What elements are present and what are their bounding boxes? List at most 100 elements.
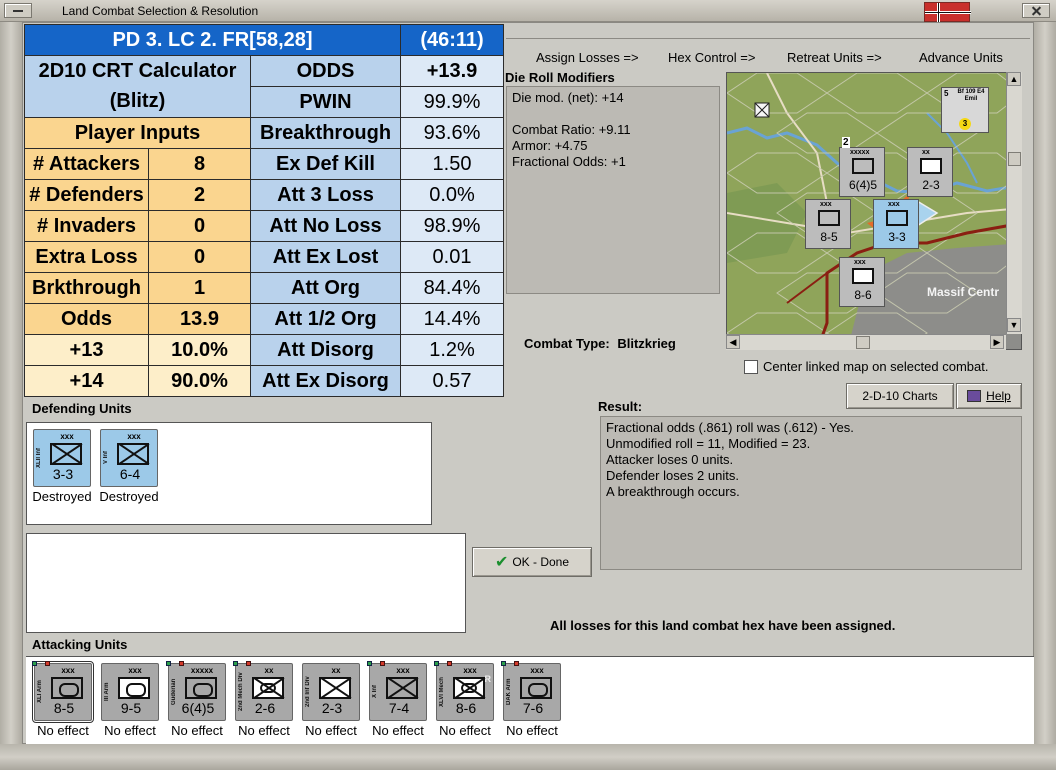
counter-strength: 3-3 — [888, 230, 906, 244]
map-vertical-scrollbar[interactable]: ▲ ▼ — [1006, 72, 1022, 334]
frame-right — [1034, 22, 1056, 744]
map-horizontal-scrollbar[interactable]: ◀ ▶ — [726, 334, 1006, 350]
scroll-down-icon[interactable]: ▼ — [1007, 318, 1021, 332]
minimize-button[interactable] — [4, 3, 32, 18]
armor-symbol-icon — [520, 677, 552, 699]
attacking-unit[interactable]: 2nd Mech Div xx 2-6 No effect — [231, 661, 297, 745]
unit-status: No effect — [439, 723, 491, 738]
air-unit-counter[interactable]: 5 Bf 109 E4 Emil 3 — [941, 87, 989, 133]
attacking-unit[interactable]: DAK Arm xxx 7-6 No effect — [499, 661, 565, 745]
input-label: Extra Loss — [24, 241, 149, 273]
attacking-unit[interactable]: III Arm xxx 9-5 No effect — [97, 663, 163, 745]
counter-size: xxx — [820, 201, 832, 208]
unit-size: xxx — [60, 432, 74, 441]
result-label: ODDS — [250, 55, 401, 87]
unit-strength: 6(4)5 — [181, 700, 215, 716]
die-roll-line: Die mod. (net): +14 — [512, 90, 624, 105]
window-title: Land Combat Selection & Resolution — [62, 4, 259, 18]
armor-symbol-icon — [51, 677, 83, 699]
counter-size: xxx — [854, 259, 866, 266]
map-counter[interactable]: 2 xxxxx 6(4)5 — [839, 137, 885, 197]
result-label: Breakthrough — [250, 117, 401, 149]
attacking-units-panel: XLI Arm xxx 8-5 No effect III Arm xxx 9-… — [26, 656, 1034, 744]
odds-row-value: 90.0% — [148, 365, 251, 397]
odds-row-value: 10.0% — [148, 334, 251, 366]
infantry-symbol-icon — [319, 677, 351, 699]
frame-left — [0, 22, 22, 744]
unit-status: No effect — [171, 723, 223, 738]
retreat-units-link[interactable]: Retreat Units => — [787, 50, 882, 65]
assign-losses-link[interactable]: Assign Losses => — [536, 50, 639, 65]
counter-size: xxx — [888, 201, 900, 208]
unit-strength: 8-5 — [53, 700, 75, 716]
result-line: Attacker loses 0 units. — [606, 452, 734, 467]
map-counter[interactable]: xx 2-3 — [907, 147, 953, 197]
result-line: Unmodified roll = 11, Modified = 23. — [606, 436, 811, 451]
counter-strength: 6(4)5 — [848, 178, 877, 192]
die-roll-line: Fractional Odds: +1 — [512, 154, 626, 169]
close-button[interactable] — [1022, 3, 1050, 18]
input-value[interactable]: 8 — [148, 148, 251, 180]
defending-unit[interactable]: V Inf xxx 6-4 Destroyed — [96, 429, 162, 511]
result-value: 98.9% — [400, 210, 504, 242]
unit-strength: 9-5 — [120, 700, 142, 716]
input-value[interactable]: 2 — [148, 179, 251, 211]
advance-units-link[interactable]: Advance Units — [919, 50, 1003, 65]
scroll-up-icon[interactable]: ▲ — [1007, 72, 1021, 86]
result-value: 99.9% — [400, 86, 504, 118]
unit-strength: 8-6 — [455, 700, 477, 716]
calc-title-1: 2D10 CRT Calculator — [24, 55, 251, 87]
unit-size: xx — [264, 666, 274, 675]
result-label: Att Disorg — [250, 334, 401, 366]
linked-map[interactable]: 2 xxxxx 6(4)5 xx 2-3 xxx 8-5 xxx 3-3 xxx… — [726, 72, 1022, 350]
result-box: Fractional odds (.861) roll was (.612) -… — [600, 416, 1022, 570]
input-value[interactable]: 0 — [148, 210, 251, 242]
unit-strength: 7-6 — [522, 700, 544, 716]
map-counter[interactable]: xxx 8-5 — [805, 199, 851, 249]
result-value: 1.50 — [400, 148, 504, 180]
input-value[interactable]: 0 — [148, 241, 251, 273]
attacking-unit[interactable]: Guderian xxxxx 6(4)5 No effect — [164, 661, 230, 745]
counter-size: xx — [922, 149, 930, 156]
attacking-unit[interactable]: XLI Arm xxx 8-5 No effect — [30, 661, 96, 745]
unit-status: No effect — [104, 723, 156, 738]
help-button-label: Help — [986, 389, 1011, 403]
scroll-thumb[interactable] — [856, 336, 870, 349]
result-line: Fractional odds (.861) roll was (.612) -… — [606, 420, 854, 435]
ok-done-label: OK - Done — [512, 555, 570, 569]
help-button[interactable]: Help — [956, 383, 1022, 409]
unit-size: xx — [331, 666, 341, 675]
counter-strength: 2-3 — [922, 178, 940, 192]
crt-header-left: PD 3. LC 2. FR[58,28] — [24, 24, 401, 56]
input-value[interactable]: 1 — [148, 272, 251, 304]
hex-control-link[interactable]: Hex Control => — [668, 50, 755, 65]
scroll-left-icon[interactable]: ◀ — [726, 335, 740, 349]
combat-type-value: Blitzkrieg — [617, 336, 676, 351]
charts-button[interactable]: 2-D-10 Charts — [846, 383, 954, 409]
attacking-unit[interactable]: XLVI Mech xxx R 8-6 No effect — [432, 661, 498, 745]
calc-title-2: (Blitz) — [24, 86, 251, 118]
input-value: 13.9 — [148, 303, 251, 335]
attacking-unit[interactable]: 2nd Inf Div xx 2-3 No effect — [298, 663, 364, 745]
scroll-thumb[interactable] — [1008, 152, 1021, 166]
odds-row-label: +13 — [24, 334, 149, 366]
unit-status: No effect — [506, 723, 558, 738]
map-counter[interactable]: xxx 3-3 — [873, 199, 919, 249]
infantry-symbol-icon — [386, 677, 418, 699]
combat-type: Combat Type: Blitzkrieg — [524, 336, 676, 351]
r-tag: R — [484, 674, 492, 684]
center-linked-checkbox[interactable] — [744, 360, 758, 374]
input-label: Brkthrough — [24, 272, 149, 304]
flag-icon — [924, 2, 971, 23]
ok-done-button[interactable]: ✔ OK - Done — [472, 547, 592, 577]
defending-unit[interactable]: XLII Inf xxx 3-3 Destroyed — [29, 429, 95, 511]
help-book-icon — [967, 390, 982, 402]
attacking-unit[interactable]: X Inf xxx 7-4 No effect — [365, 661, 431, 745]
map-counter[interactable]: xxx 8-6 — [839, 257, 885, 307]
result-value: 93.6% — [400, 117, 504, 149]
result-label: Att Ex Disorg — [250, 365, 401, 397]
odds-row-label: +14 — [24, 365, 149, 397]
crt-calculator-table: PD 3. LC 2. FR[58,28] (46:11) 2D10 CRT C… — [24, 24, 504, 397]
result-value: 14.4% — [400, 303, 504, 335]
scroll-right-icon[interactable]: ▶ — [990, 335, 1004, 349]
